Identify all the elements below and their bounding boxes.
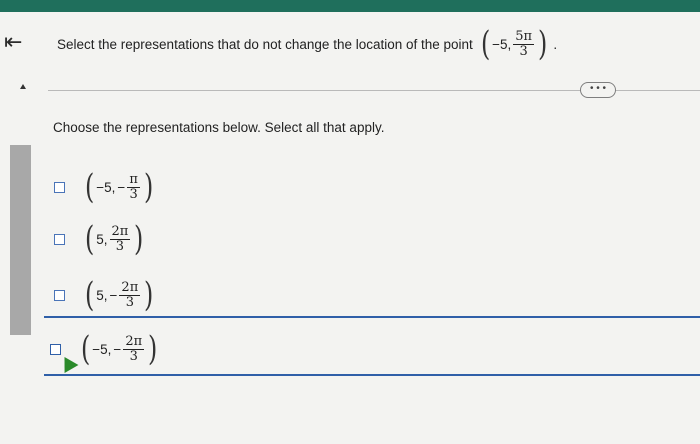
option-4-sign: − [113,341,122,357]
option-4-numerator: 2π [123,333,145,350]
option-2-r: 5, [96,231,108,247]
option-3-numerator: 2π [119,279,141,296]
option-4-math: ( −5, − 2π 3 ) [80,329,158,369]
option-3-math: ( 5, − 2π 3 ) [84,275,154,315]
scrollbar-thumb[interactable] [10,145,31,335]
top-bar [0,0,700,12]
option-4-denominator: 3 [129,348,138,364]
option-2-numerator: 2π [109,223,131,240]
option-3-checkbox[interactable] [54,289,65,301]
back-to-start-icon[interactable]: ⇤ [4,30,28,54]
option-3-denominator: 3 [125,294,134,310]
question-period: . [553,36,558,52]
option-4-fraction: 2π 3 [123,333,145,364]
option-3-r: 5, [96,287,108,303]
option-4-r: −5, [92,341,112,357]
more-button[interactable]: • • • [580,82,616,98]
option-3[interactable]: ( 5, − 2π 3 ) [50,272,156,318]
question: Select the representations that do not c… [57,24,557,64]
option-4-checkbox[interactable] [50,343,61,355]
option-1-sign: − [117,179,126,195]
option-3-fraction: 2π 3 [119,279,141,310]
point-r: −5, [492,36,512,52]
option-2-denominator: 3 [115,238,125,254]
point-angle-numerator: 5π [513,28,535,45]
option-1-math: ( −5, − π 3 ) [84,167,154,207]
option-1-fraction: π 3 [127,173,140,201]
option-2-math: ( 5, 2π 3 ) [84,219,144,259]
scroll-up-icon[interactable] [20,84,26,89]
option-1[interactable]: ( −5, − π 3 ) [50,164,155,210]
option-1-checkbox[interactable] [54,181,65,193]
option-1-r: −5, [96,179,116,195]
option-1-denominator: 3 [129,186,138,202]
question-point: ( −5, 5π 3 ) [480,24,548,64]
option-2-checkbox[interactable] [54,233,65,245]
option-2-fraction: 2π 3 [109,223,131,254]
instruction: Choose the representations below. Select… [53,120,385,135]
option-1-numerator: π [127,171,140,188]
option-3-sign: − [109,287,118,303]
question-text: Select the representations that do not c… [57,36,473,52]
point-angle-fraction: 5π 3 [513,28,535,59]
point-angle-denominator: 3 [519,43,528,59]
option-2[interactable]: ( 5, 2π 3 ) [50,216,146,262]
